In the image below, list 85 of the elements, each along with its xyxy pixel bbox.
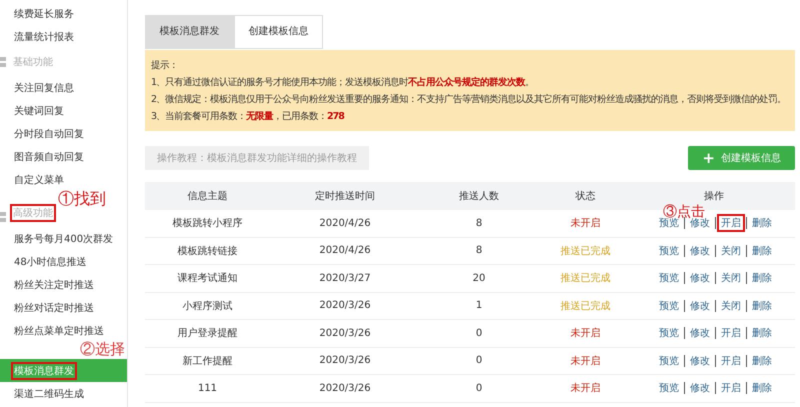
annotation-text: ②选择 <box>80 342 125 359</box>
column-header: 定时推送时间 <box>315 191 375 202</box>
table-cell: 0 <box>476 355 482 366</box>
sidebar-item[interactable]: 分时段自动回复 <box>0 122 127 145</box>
notice-text: 2、微信规定：模板消息仅用于公众号向粉丝发送重要的服务通知：不支持广告等营销类消息以及其它所有可能对粉丝造成骚扰的消息，否则将受到微信的处罚。 <box>151 94 786 105</box>
table-cell: 8 <box>476 218 482 229</box>
action-link[interactable]: 删除 <box>748 379 776 398</box>
action-link[interactable]: 删除 <box>748 214 776 232</box>
action-link[interactable]: 预览 <box>655 352 683 370</box>
status-text: 未开启 <box>570 218 600 230</box>
table-cell: 2020/3/27 <box>319 272 371 284</box>
column-header: 信息主题 <box>188 191 228 202</box>
sidebar-item[interactable]: 粉丝对话定时推送 <box>0 296 127 319</box>
table-cell: 8 <box>476 245 482 256</box>
table-cell: 111 <box>198 382 218 394</box>
table-cell: 2020/3/26 <box>319 382 371 394</box>
action-link[interactable]: 预览 <box>655 296 683 315</box>
annotation-text: ③点击 <box>663 205 705 220</box>
action-link[interactable]: 删除 <box>748 352 776 370</box>
sidebar-item[interactable]: 流量统计报表 <box>0 25 127 48</box>
table-cell: 2020/4/26 <box>319 245 371 256</box>
action-link[interactable]: 删除 <box>748 242 776 260</box>
table-cell: 0 <box>476 328 482 339</box>
action-link[interactable]: 修改 <box>686 324 714 342</box>
table-cell: 2020/3/26 <box>319 355 371 366</box>
sidebar-section-title: 高级功能 <box>10 204 56 222</box>
sidebar-item[interactable]: 图音频自动回复 <box>0 145 127 168</box>
action-link[interactable]: 修改 <box>686 352 714 370</box>
action-link[interactable]: 关闭 <box>717 242 745 260</box>
action-link[interactable]: 删除 <box>748 296 776 315</box>
sidebar-item[interactable]: 关注回复信息 <box>0 76 127 99</box>
action-link[interactable]: 预览 <box>655 324 683 342</box>
table-cell: 用户登录提醒 <box>178 328 238 340</box>
action-link[interactable]: 修改 <box>686 296 714 315</box>
table-cell: 0 <box>476 382 482 394</box>
action-link[interactable]: 修改 <box>686 269 714 288</box>
action-link[interactable]: 修改 <box>686 242 714 260</box>
annotation-text: ①找到 <box>58 191 106 207</box>
table-cell: 2020/3/26 <box>319 328 371 339</box>
status-text: 未开启 <box>570 328 600 340</box>
table-cell: 课程考试通知 <box>178 273 238 284</box>
sidebar-item[interactable]: 自定义菜单 <box>0 168 127 191</box>
table-cell: 2020/4/26 <box>319 218 371 229</box>
status-text: 推送已完成 <box>560 273 610 284</box>
notice-text: 1、只有通过微信认证的服务号才能使用本功能；发送模板消息时不占用公众号规定的群发次数。 <box>151 77 534 88</box>
table-cell: 2020/3/26 <box>319 300 371 312</box>
action-link[interactable]: 删除 <box>748 269 776 288</box>
table-cell: 新工作提醒 <box>182 356 232 367</box>
status-text: 推送已完成 <box>560 300 610 312</box>
status-text: 未开启 <box>570 383 600 394</box>
sidebar-item[interactable]: 48小时信息推送 <box>0 250 127 273</box>
tab[interactable]: 创建模板信息 <box>234 15 323 49</box>
status-text: 未开启 <box>570 356 600 367</box>
table-cell: 模板跳转链接 <box>178 246 238 257</box>
tab[interactable]: 模板消息群发 <box>145 15 234 49</box>
notice-title: 提示： <box>151 60 178 71</box>
section-icon <box>0 212 6 222</box>
column-header: 操作 <box>704 191 724 202</box>
sidebar-item[interactable]: 粉丝关注定时推送 <box>0 273 127 296</box>
sidebar-item[interactable]: 服务号每月400次群发 <box>0 227 127 250</box>
table-cell: 20 <box>472 272 486 284</box>
action-link[interactable]: 删除 <box>748 324 776 342</box>
table-cell: 模板跳转小程序 <box>172 218 242 230</box>
sidebar-section-title: 基础功能 <box>12 56 54 70</box>
section-icon <box>0 57 6 67</box>
action-link[interactable]: 开启 <box>717 214 745 232</box>
sidebar-item[interactable]: 续费延长服务 <box>0 2 127 25</box>
status-text: 推送已完成 <box>560 246 610 257</box>
action-link[interactable]: 预览 <box>655 379 683 398</box>
action-link[interactable]: 开启 <box>717 379 745 398</box>
column-header: 推送人数 <box>459 191 499 202</box>
table-cell: 1 <box>476 300 482 312</box>
action-link[interactable]: 修改 <box>686 379 714 398</box>
action-link[interactable]: 预览 <box>655 269 683 288</box>
sidebar-item[interactable]: 粉丝点菜单定时推送 <box>0 319 127 342</box>
action-link[interactable]: 关闭 <box>717 296 745 315</box>
column-header: 状态 <box>576 191 596 202</box>
sidebar-item[interactable]: 关键词回复 <box>0 99 127 122</box>
action-link[interactable]: 关闭 <box>717 269 745 288</box>
table-cell: 小程序测试 <box>182 300 232 312</box>
notice-text: 3、当前套餐可用条数：无限量，已用条数：278 <box>151 111 344 122</box>
action-link[interactable]: 开启 <box>717 324 745 342</box>
action-link[interactable]: 开启 <box>717 352 745 370</box>
sidebar-item[interactable]: 渠道二维码生成 <box>0 382 127 405</box>
action-link[interactable]: 预览 <box>655 242 683 260</box>
